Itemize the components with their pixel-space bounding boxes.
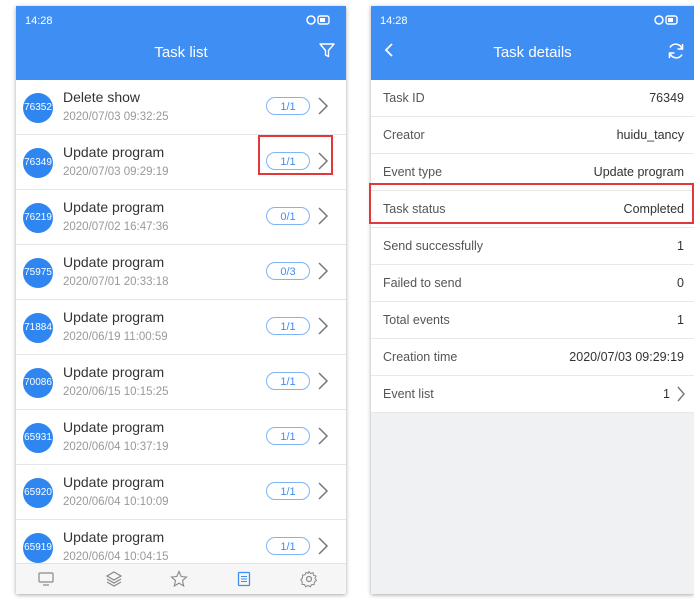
layers-icon[interactable] — [105, 570, 123, 593]
status-time: 14:28 — [380, 15, 408, 27]
highlight-box — [258, 135, 333, 175]
progress-badge: 0/3 — [266, 262, 310, 280]
detail-label: Total events — [383, 313, 450, 327]
task-date: 2020/07/01 20:33:18 — [63, 276, 169, 288]
chevron-right-icon[interactable] — [317, 426, 329, 451]
task-id-avatar: 71884 — [23, 313, 53, 343]
task-name: Update program — [63, 144, 165, 160]
chevron-right-icon[interactable] — [317, 316, 329, 341]
progress-badge: 1/1 — [266, 372, 310, 390]
list-item[interactable]: 70086 Update program 2020/06/15 10:15:25 1/… — [16, 355, 346, 410]
task-date: 2020/06/04 10:10:09 — [63, 496, 169, 508]
task-name: Update program — [63, 254, 165, 270]
detail-value: huidu_tancy — [616, 128, 684, 142]
chevron-right-icon[interactable] — [676, 385, 686, 406]
event-list-row[interactable]: Event list 1 — [371, 376, 694, 413]
list-icon[interactable] — [235, 570, 253, 593]
detail-value: 2020/07/03 09:29:19 — [569, 350, 684, 364]
detail-label: Creation time — [383, 350, 458, 364]
task-name: Delete show — [63, 89, 141, 105]
task-name: Update program — [63, 364, 165, 380]
detail-label: Task ID — [383, 91, 425, 105]
task-name: Update program — [63, 529, 165, 545]
detail-row: Send successfully 1 — [371, 228, 694, 265]
detail-label: Send successfully — [383, 239, 484, 253]
battery-icon — [306, 15, 330, 25]
progress-badge: 1/1 — [266, 97, 310, 115]
detail-label: Event list — [383, 387, 434, 401]
task-id-avatar: 75975 — [23, 258, 53, 288]
bottom-nav — [16, 563, 346, 594]
detail-label: Event type — [383, 165, 443, 179]
page-title: Task details — [493, 44, 572, 61]
task-name: Update program — [63, 309, 165, 325]
progress-badge: 1/1 — [266, 482, 310, 500]
chevron-right-icon[interactable] — [317, 261, 329, 286]
filter-icon[interactable] — [318, 41, 336, 64]
task-date: 2020/06/15 10:15:25 — [63, 386, 169, 398]
detail-value: 1 — [677, 239, 684, 253]
task-date: 2020/07/03 09:32:25 — [63, 111, 169, 123]
task-id-avatar: 65919 — [23, 533, 53, 563]
list-item[interactable]: 76352 Delete show 2020/07/03 09:32:25 1/1 — [16, 80, 346, 135]
task-id-avatar: 65931 — [23, 423, 53, 453]
task-list-header: 14:28 Task list — [16, 6, 346, 80]
task-name: Update program — [63, 419, 165, 435]
detail-value: 76349 — [649, 91, 684, 105]
task-id-avatar: 76219 — [23, 203, 53, 233]
task-date: 2020/07/02 16:47:36 — [63, 221, 169, 233]
detail-row: Task ID 76349 — [371, 80, 694, 117]
settings-icon[interactable] — [300, 570, 318, 593]
refresh-icon[interactable] — [666, 41, 686, 66]
progress-badge: 0/1 — [266, 207, 310, 225]
status-icons — [654, 14, 680, 29]
progress-badge: 1/1 — [266, 537, 310, 555]
task-date: 2020/06/04 10:04:15 — [63, 551, 169, 563]
detail-value: Update program — [593, 165, 684, 179]
page-title: Task list — [154, 44, 208, 61]
task-details-header: 14:28 Task details — [371, 6, 694, 80]
detail-row: Creator huidu_tancy — [371, 117, 694, 154]
detail-label: Failed to send — [383, 276, 462, 290]
detail-value: 0 — [677, 276, 684, 290]
detail-row: Failed to send 0 — [371, 265, 694, 302]
detail-row: Total events 1 — [371, 302, 694, 339]
task-id-avatar: 76349 — [23, 148, 53, 178]
task-date: 2020/07/03 09:29:19 — [63, 166, 169, 178]
chevron-right-icon[interactable] — [317, 96, 329, 121]
task-details-list: Task ID 76349 Creator huidu_tancy Event type… — [371, 80, 694, 413]
list-item[interactable]: 65920 Update program 2020/06/04 10:10:09 1/… — [16, 465, 346, 520]
task-details-screen: 14:28 Task details Task ID 76349 Creator hu… — [371, 6, 694, 594]
task-list-screen: 14:28 Task list 76352 Delete show 2020/07/… — [16, 6, 346, 594]
task-id-avatar: 76352 — [23, 93, 53, 123]
task-id-avatar: 70086 — [23, 368, 53, 398]
monitor-icon[interactable] — [37, 570, 55, 593]
task-date: 2020/06/04 10:37:19 — [63, 441, 169, 453]
battery-icon — [654, 15, 678, 25]
task-date: 2020/06/19 11:00:59 — [63, 331, 168, 343]
detail-value: 1 — [663, 387, 670, 401]
chevron-right-icon[interactable] — [317, 206, 329, 231]
detail-value: 1 — [677, 313, 684, 327]
highlight-box — [369, 183, 694, 224]
list-item[interactable]: 75975 Update program 2020/07/01 20:33:18 0/… — [16, 245, 346, 300]
progress-badge: 1/1 — [266, 317, 310, 335]
progress-badge: 1/1 — [266, 427, 310, 445]
status-time: 14:28 — [25, 15, 53, 27]
chevron-right-icon[interactable] — [317, 481, 329, 506]
star-icon[interactable] — [170, 570, 188, 593]
chevron-right-icon[interactable] — [317, 371, 329, 396]
list-item[interactable]: 71884 Update program 2020/06/19 11:00:59 1/… — [16, 300, 346, 355]
detail-label: Creator — [383, 128, 425, 142]
task-id-avatar: 65920 — [23, 478, 53, 508]
task-name: Update program — [63, 199, 165, 215]
status-icons — [306, 14, 332, 29]
list-item[interactable]: 65931 Update program 2020/06/04 10:37:19 1/… — [16, 410, 346, 465]
list-item[interactable]: 76219 Update program 2020/07/02 16:47:36 0/… — [16, 190, 346, 245]
task-name: Update program — [63, 474, 165, 490]
chevron-right-icon[interactable] — [317, 536, 329, 561]
detail-row: Creation time 2020/07/03 09:29:19 — [371, 339, 694, 376]
